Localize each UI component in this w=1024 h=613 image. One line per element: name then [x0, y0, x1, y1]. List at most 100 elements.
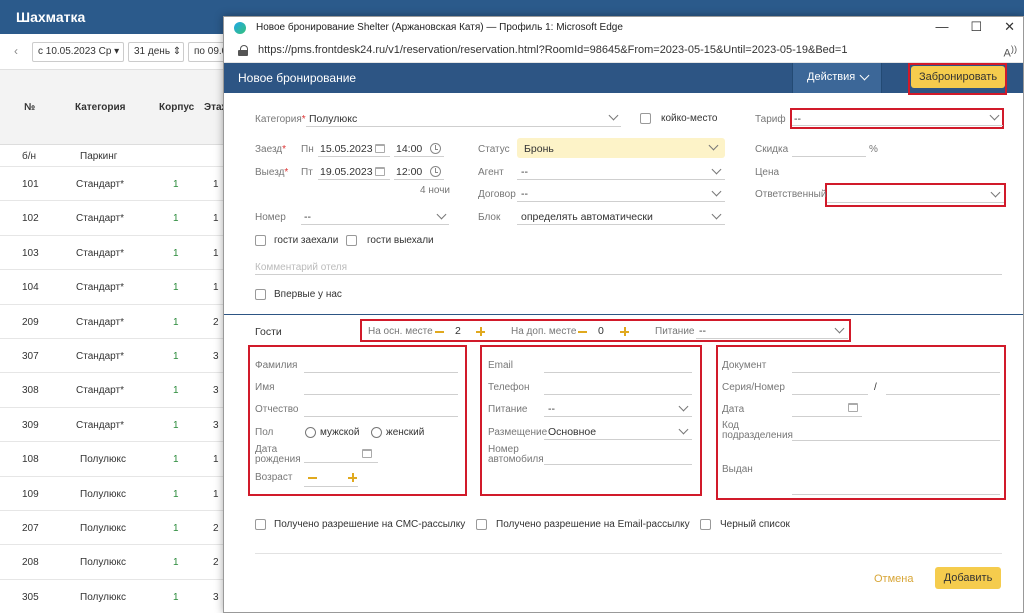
- url-text[interactable]: https://pms.frontdesk24.ru/v1/reservatio…: [258, 44, 847, 56]
- cell-cat: Стандарт*: [76, 213, 124, 225]
- close-button[interactable]: ✕: [1004, 19, 1015, 35]
- main-minus-icon[interactable]: [435, 331, 444, 333]
- table-row[interactable]: 208 Полулюкс 1 2: [0, 545, 230, 580]
- guests-in-checkbox[interactable]: [255, 235, 266, 246]
- division-code-input[interactable]: [792, 423, 1000, 441]
- document-label: Документ: [722, 360, 767, 371]
- cell-num: 309: [22, 419, 39, 431]
- tariff-label: Тариф: [755, 114, 786, 125]
- tariff-value: --: [794, 113, 801, 125]
- cancel-button[interactable]: Отмена: [874, 573, 913, 585]
- issued-by-input[interactable]: [792, 477, 1000, 495]
- doc-date-label: Дата: [722, 404, 745, 415]
- period-select[interactable]: 31 день ⇕: [128, 42, 184, 62]
- guest-meal-value: --: [548, 403, 555, 415]
- calendar-icon[interactable]: [362, 449, 372, 458]
- room-select[interactable]: [301, 207, 449, 225]
- first-time-checkbox[interactable]: [255, 289, 266, 300]
- table-row[interactable]: 308 Стандарт* 1 3: [0, 373, 230, 408]
- prev-arrow-icon[interactable]: ‹: [14, 44, 18, 58]
- meal-value: --: [699, 325, 706, 337]
- car-number-input[interactable]: [544, 447, 692, 465]
- table-row[interactable]: 108 Полулюкс 1 1: [0, 442, 230, 477]
- maximize-button[interactable]: ☐: [970, 19, 982, 35]
- email-consent-checkbox[interactable]: [476, 519, 487, 530]
- cell-corp: 1: [173, 350, 179, 362]
- add-guest-button[interactable]: Добавить: [935, 567, 1001, 589]
- clock-icon[interactable]: [430, 166, 441, 177]
- responsible-label: Ответственный: [755, 189, 827, 200]
- cell-corp: 1: [173, 213, 179, 225]
- table-row[interactable]: 109 Полулюкс 1 1: [0, 477, 230, 511]
- cell-corp: 1: [173, 316, 179, 328]
- table-row[interactable]: 103 Стандарт* 1 1: [0, 236, 230, 271]
- tariff-select[interactable]: [792, 108, 1003, 126]
- guest-meal-select[interactable]: [544, 399, 692, 417]
- bed-label: койко-место: [661, 113, 718, 124]
- cell-floor: 1: [213, 179, 219, 190]
- table-row[interactable]: 209 Стандарт* 1 2: [0, 305, 230, 339]
- female-radio[interactable]: [371, 427, 382, 438]
- table-row[interactable]: 207 Полулюкс 1 2: [0, 511, 230, 546]
- responsible-select[interactable]: [827, 185, 1004, 203]
- main-plus-icon[interactable]: [476, 327, 485, 336]
- room-grid: № Категория Корпус Этаж б/н Паркинг 101 Ста…: [0, 70, 230, 613]
- discount-input[interactable]: [792, 139, 866, 157]
- address-bar[interactable]: https://pms.frontdesk24.ru/v1/reservatio…: [224, 39, 1023, 63]
- cell-cat: Стандарт*: [76, 179, 124, 190]
- calendar-icon[interactable]: [375, 144, 385, 153]
- cell-corp: 1: [173, 557, 179, 569]
- hotel-comment-input[interactable]: [255, 257, 1002, 275]
- contract-select[interactable]: [517, 184, 725, 202]
- date-from-select[interactable]: с 10.05.2023 Ср ▾: [32, 42, 124, 62]
- checkin-date: 15.05.2023: [320, 143, 373, 155]
- patronymic-label: Отчество: [255, 404, 299, 415]
- phone-label: Телефон: [488, 382, 530, 393]
- meal-label: Питание: [655, 326, 695, 337]
- cell-cat: Стандарт*: [76, 282, 124, 294]
- clock-icon[interactable]: [430, 143, 441, 154]
- book-button[interactable]: Забронировать: [911, 66, 1005, 88]
- placement-value: Основное: [548, 426, 597, 438]
- patronymic-input[interactable]: [304, 399, 458, 417]
- table-row[interactable]: б/н Паркинг: [0, 145, 230, 167]
- bed-checkbox[interactable]: [640, 113, 651, 124]
- table-row[interactable]: 307 Стандарт* 1 3: [0, 339, 230, 374]
- issued-by-label: Выдан: [722, 464, 753, 475]
- phone-input[interactable]: [544, 377, 692, 395]
- extra-minus-icon[interactable]: [578, 331, 587, 333]
- guests-title: Гости: [255, 326, 282, 338]
- extra-plus-icon[interactable]: [620, 327, 629, 336]
- cell-floor: 2: [213, 557, 219, 569]
- agent-select[interactable]: [517, 162, 725, 180]
- table-row[interactable]: 309 Стандарт* 1 3: [0, 408, 230, 443]
- cell-corp: 1: [173, 522, 179, 534]
- calendar-icon[interactable]: [848, 403, 858, 412]
- name-input[interactable]: [304, 377, 458, 395]
- sms-consent-checkbox[interactable]: [255, 519, 266, 530]
- minimize-button[interactable]: —: [935, 19, 948, 35]
- room-label: Номер: [255, 212, 286, 223]
- cell-cat: Стандарт*: [76, 419, 124, 431]
- male-radio[interactable]: [305, 427, 316, 438]
- table-row[interactable]: 104 Стандарт* 1 1: [0, 270, 230, 305]
- series-input[interactable]: [792, 377, 868, 395]
- age-plus-icon[interactable]: [348, 473, 357, 482]
- table-row[interactable]: 101 Стандарт* 1 1: [0, 167, 230, 202]
- discount-unit: %: [869, 144, 878, 155]
- status-label: Статус: [478, 144, 510, 155]
- table-row[interactable]: 305 Полулюкс 1 3: [0, 580, 230, 613]
- document-select[interactable]: [792, 355, 1000, 373]
- email-input[interactable]: [544, 355, 692, 373]
- col-category: Категория: [75, 102, 126, 113]
- table-row[interactable]: 102 Стандарт* 1 1: [0, 201, 230, 236]
- cell-num: 207: [22, 522, 39, 534]
- calendar-icon[interactable]: [375, 167, 385, 176]
- surname-input[interactable]: [304, 355, 458, 373]
- guests-out-checkbox[interactable]: [346, 235, 357, 246]
- read-aloud-icon[interactable]: A)): [1004, 44, 1017, 60]
- number-input[interactable]: [886, 377, 1000, 395]
- meal-select[interactable]: [696, 321, 848, 339]
- blacklist-checkbox[interactable]: [700, 519, 711, 530]
- actions-button[interactable]: Действия: [792, 63, 882, 93]
